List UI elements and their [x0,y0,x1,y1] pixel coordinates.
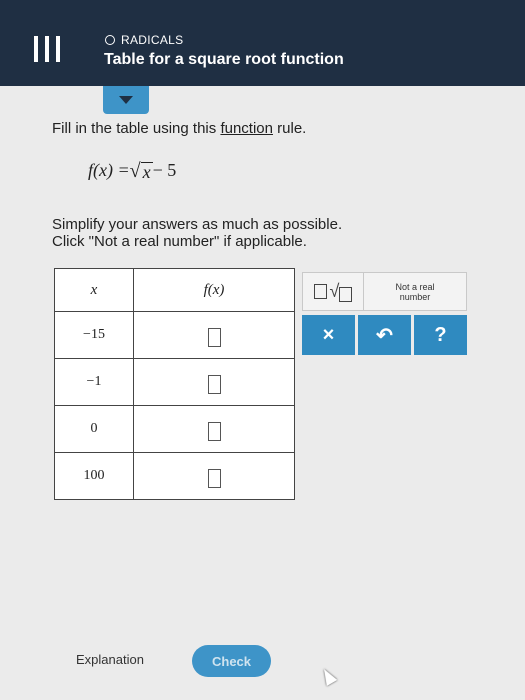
function-link[interactable]: function [220,120,273,137]
mouse-cursor-icon [318,666,338,686]
square-root-button[interactable]: √ [303,273,364,310]
simplify-line-2: Click "Not a real number" if applicable. [52,233,307,250]
collapse-tab[interactable] [103,86,149,114]
fx-cell [133,452,295,500]
formula-radicand: x [140,162,153,182]
fx-cell [133,358,295,406]
chevron-down-icon [119,96,133,104]
answer-input[interactable] [207,374,221,394]
fx-cell [133,311,295,359]
formula-lhs: f(x) = [88,160,130,180]
clear-button[interactable]: × [302,315,355,355]
undo-button[interactable]: ↶ [358,315,411,355]
function-formula: f(x) = √ x − 5 [88,160,176,181]
radical-sign-icon: √ [129,160,141,182]
table-row: −15 [54,311,295,359]
topic-circle-icon [105,35,115,45]
instruction-prefix: Fill in the table using this [52,120,217,137]
keypad-top-row: √ Not a real number [302,272,467,311]
answer-input[interactable] [207,468,221,488]
table-row: −1 [54,358,295,406]
formula-radical: √ x [130,161,153,181]
math-keypad: √ Not a real number × ↶ ? [302,272,467,355]
square-root-icon: √ [330,281,353,302]
answer-input[interactable] [207,421,221,441]
help-button[interactable]: ? [414,315,467,355]
table-row: 0 [54,405,295,453]
keypad-bottom-row: × ↶ ? [302,315,467,355]
function-table: x f(x) −15 −1 0 100 [54,268,295,500]
simplify-instructions: Simplify your answers as much as possibl… [52,216,342,250]
formula-rhs: − 5 [152,160,177,180]
answer-input[interactable] [207,327,221,347]
not-a-real-number-button[interactable]: Not a real number [364,273,466,310]
simplify-line-1: Simplify your answers as much as possibl… [52,216,343,233]
x-value: −1 [54,358,134,406]
topic-text: RADICALS [121,33,184,47]
menu-icon[interactable] [34,36,60,62]
fx-cell [133,405,295,453]
check-button[interactable]: Check [192,645,271,677]
page-title: Table for a square root function [104,51,344,68]
fx-header: f(x) [133,268,295,312]
table-header-row: x f(x) [54,268,295,312]
instruction-line: Fill in the table using this function ru… [52,120,306,137]
x-value: −15 [54,311,134,359]
x-header: x [54,268,134,312]
x-value: 0 [54,405,134,453]
coefficient-box-icon [313,284,327,299]
not-real-line-2: number [399,291,431,302]
not-real-line-1: Not a real [395,281,435,292]
instruction-suffix: rule. [277,120,307,137]
table-row: 100 [54,452,295,500]
explanation-button[interactable]: Explanation [76,652,144,667]
x-value: 100 [54,452,134,500]
topic-label: RADICALS [105,33,183,47]
header-bar: RADICALS Table for a square root functio… [0,0,525,86]
